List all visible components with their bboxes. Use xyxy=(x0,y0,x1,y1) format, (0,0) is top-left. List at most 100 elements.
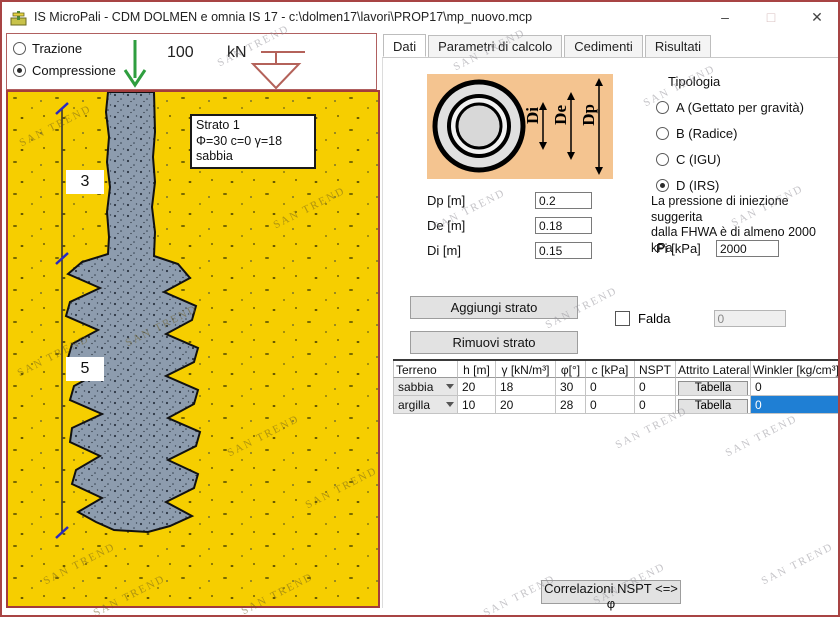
gamma-cell[interactable]: 18 xyxy=(496,378,556,396)
col-phi: φ[°] xyxy=(556,361,586,378)
col-terreno: Terreno xyxy=(393,361,458,378)
chevron-down-icon[interactable] xyxy=(446,402,454,407)
col-nspt: NSPT xyxy=(635,361,676,378)
c-cell[interactable]: 0 xyxy=(586,378,635,396)
col-winkler: Winkler [kg/cm³] xyxy=(751,361,839,378)
radio-compressione-circle[interactable] xyxy=(13,64,26,77)
titlebar: IS MicroPali - CDM DOLMEN e omnia IS 17 … xyxy=(2,2,838,32)
field-pi: Pi [kPa] xyxy=(656,240,779,257)
maximize-button[interactable]: □ xyxy=(760,9,782,25)
dp-input[interactable] xyxy=(535,192,592,209)
tabella-button[interactable]: Tabella xyxy=(678,381,748,396)
falda-row: Falda xyxy=(615,310,786,327)
gamma-cell[interactable]: 20 xyxy=(496,396,556,414)
radio-tipo-c-circle[interactable] xyxy=(656,153,669,166)
window-title: IS MicroPali - CDM DOLMEN e omnia IS 17 … xyxy=(34,10,532,24)
c-cell[interactable]: 0 xyxy=(586,396,635,414)
label-di: Di xyxy=(523,107,543,124)
radio-tipo-c-label: C (IGU) xyxy=(676,152,721,167)
attrito-cell: Tabella xyxy=(676,378,751,396)
tabella-button[interactable]: Tabella xyxy=(678,399,748,414)
soil-table-header: Terreno h [m] γ [kN/m³] φ[°] c [kPa] NSP… xyxy=(393,361,839,378)
field-dp: Dp [m] xyxy=(427,192,592,209)
close-button[interactable]: ✕ xyxy=(806,9,828,26)
load-panel: Trazione Compressione 100 kN xyxy=(6,33,377,90)
app-window: IS MicroPali - CDM DOLMEN e omnia IS 17 … xyxy=(0,0,840,617)
aggiungi-strato-button[interactable]: Aggiungi strato xyxy=(410,296,578,319)
winkler-cell[interactable]: 0 xyxy=(751,378,839,396)
micropile-shape xyxy=(66,92,200,532)
section-diagram: Di De Dp xyxy=(427,74,613,179)
radio-trazione-circle[interactable] xyxy=(13,42,26,55)
col-c: c [kPa] xyxy=(586,361,635,378)
radio-compressione[interactable]: Compressione xyxy=(13,63,116,78)
label-de: De xyxy=(551,105,571,125)
phi-cell[interactable]: 28 xyxy=(556,396,586,414)
radio-tipo-a-circle[interactable] xyxy=(656,101,669,114)
falda-checkbox[interactable] xyxy=(615,311,630,326)
radio-compressione-label: Compressione xyxy=(32,63,116,78)
depth-label-3: 3 xyxy=(66,170,104,194)
table-row: argilla 10 20 28 0 0 Tabella 0 xyxy=(393,396,839,414)
phi-cell[interactable]: 30 xyxy=(556,378,586,396)
radio-tipo-b[interactable]: B (Radice) xyxy=(656,126,737,141)
load-unit: kN xyxy=(227,44,247,62)
chevron-down-icon[interactable] xyxy=(446,384,454,389)
col-h: h [m] xyxy=(458,361,496,378)
radio-tipo-d[interactable]: D (IRS) xyxy=(656,178,719,193)
field-de: De [m] xyxy=(427,217,592,234)
minimize-button[interactable]: – xyxy=(714,9,736,25)
dp-label: Dp [m] xyxy=(427,193,535,208)
terreno-select[interactable]: argilla xyxy=(393,396,458,414)
nspt-cell[interactable]: 0 xyxy=(635,396,676,414)
terreno-select[interactable]: sabbia xyxy=(393,378,458,396)
h-cell[interactable]: 10 xyxy=(458,396,496,414)
pi-input[interactable] xyxy=(716,240,779,257)
fhwa-note-line1: La pressione di iniezione suggerita xyxy=(651,194,836,225)
radio-tipo-c[interactable]: C (IGU) xyxy=(656,152,721,167)
tipologia-title: Tipologia xyxy=(668,74,720,89)
terreno-value: sabbia xyxy=(398,379,433,395)
dati-tab-page: Di De Dp Tipologia A (Gettato per gravit… xyxy=(382,57,838,608)
radio-tipo-b-label: B (Radice) xyxy=(676,126,737,141)
falda-label: Falda xyxy=(638,311,671,326)
radio-tipo-a[interactable]: A (Gettato per gravità) xyxy=(656,100,804,115)
radio-trazione-label: Trazione xyxy=(32,41,82,56)
load-value[interactable]: 100 xyxy=(167,44,194,62)
tab-dati[interactable]: Dati xyxy=(383,34,426,57)
radio-trazione[interactable]: Trazione xyxy=(13,41,82,56)
pile-drawing-area: 3 5 Strato 1 Φ=30 c=0 γ=18 sabbia xyxy=(6,90,380,608)
nspt-cell[interactable]: 0 xyxy=(635,378,676,396)
strato-line3: sabbia xyxy=(196,149,310,165)
h-cell[interactable]: 20 xyxy=(458,378,496,396)
de-label: De [m] xyxy=(427,218,535,233)
tab-parametri[interactable]: Parametri di calcolo xyxy=(428,35,562,58)
de-input[interactable] xyxy=(535,217,592,234)
tab-risultati[interactable]: Risultati xyxy=(645,35,711,58)
pi-label: Pi [kPa] xyxy=(656,241,716,256)
app-icon[interactable] xyxy=(10,9,27,26)
field-di: Di [m] xyxy=(427,242,592,259)
radio-tipo-b-circle[interactable] xyxy=(656,127,669,140)
circle-di xyxy=(457,104,501,148)
terreno-value: argilla xyxy=(398,397,430,413)
di-label: Di [m] xyxy=(427,243,535,258)
section-diagram-svg xyxy=(427,74,613,179)
falda-input[interactable] xyxy=(714,310,786,327)
radio-tipo-d-label: D (IRS) xyxy=(676,178,719,193)
strato-line2: Φ=30 c=0 γ=18 xyxy=(196,134,310,150)
strato-line1: Strato 1 xyxy=(196,118,310,134)
strato-label-box: Strato 1 Φ=30 c=0 γ=18 sabbia xyxy=(190,114,316,169)
tab-strip: Dati Parametri di calcolo Cedimenti Risu… xyxy=(383,35,713,58)
radio-tipo-d-circle[interactable] xyxy=(656,179,669,192)
tab-cedimenti[interactable]: Cedimenti xyxy=(564,35,643,58)
col-gamma: γ [kN/m³] xyxy=(496,361,556,378)
correlazioni-nspt-button[interactable]: Correlazioni NSPT <=> φ xyxy=(541,580,681,604)
rimuovi-strato-button[interactable]: Rimuovi strato xyxy=(410,331,578,354)
winkler-cell-selected[interactable]: 0 xyxy=(751,396,839,414)
load-arrow-icon xyxy=(115,38,155,90)
soil-table: Terreno h [m] γ [kN/m³] φ[°] c [kPa] NSP… xyxy=(393,359,839,414)
di-input[interactable] xyxy=(535,242,592,259)
table-row: sabbia 20 18 30 0 0 Tabella 0 xyxy=(393,378,839,396)
label-dp: Dp xyxy=(579,104,599,126)
